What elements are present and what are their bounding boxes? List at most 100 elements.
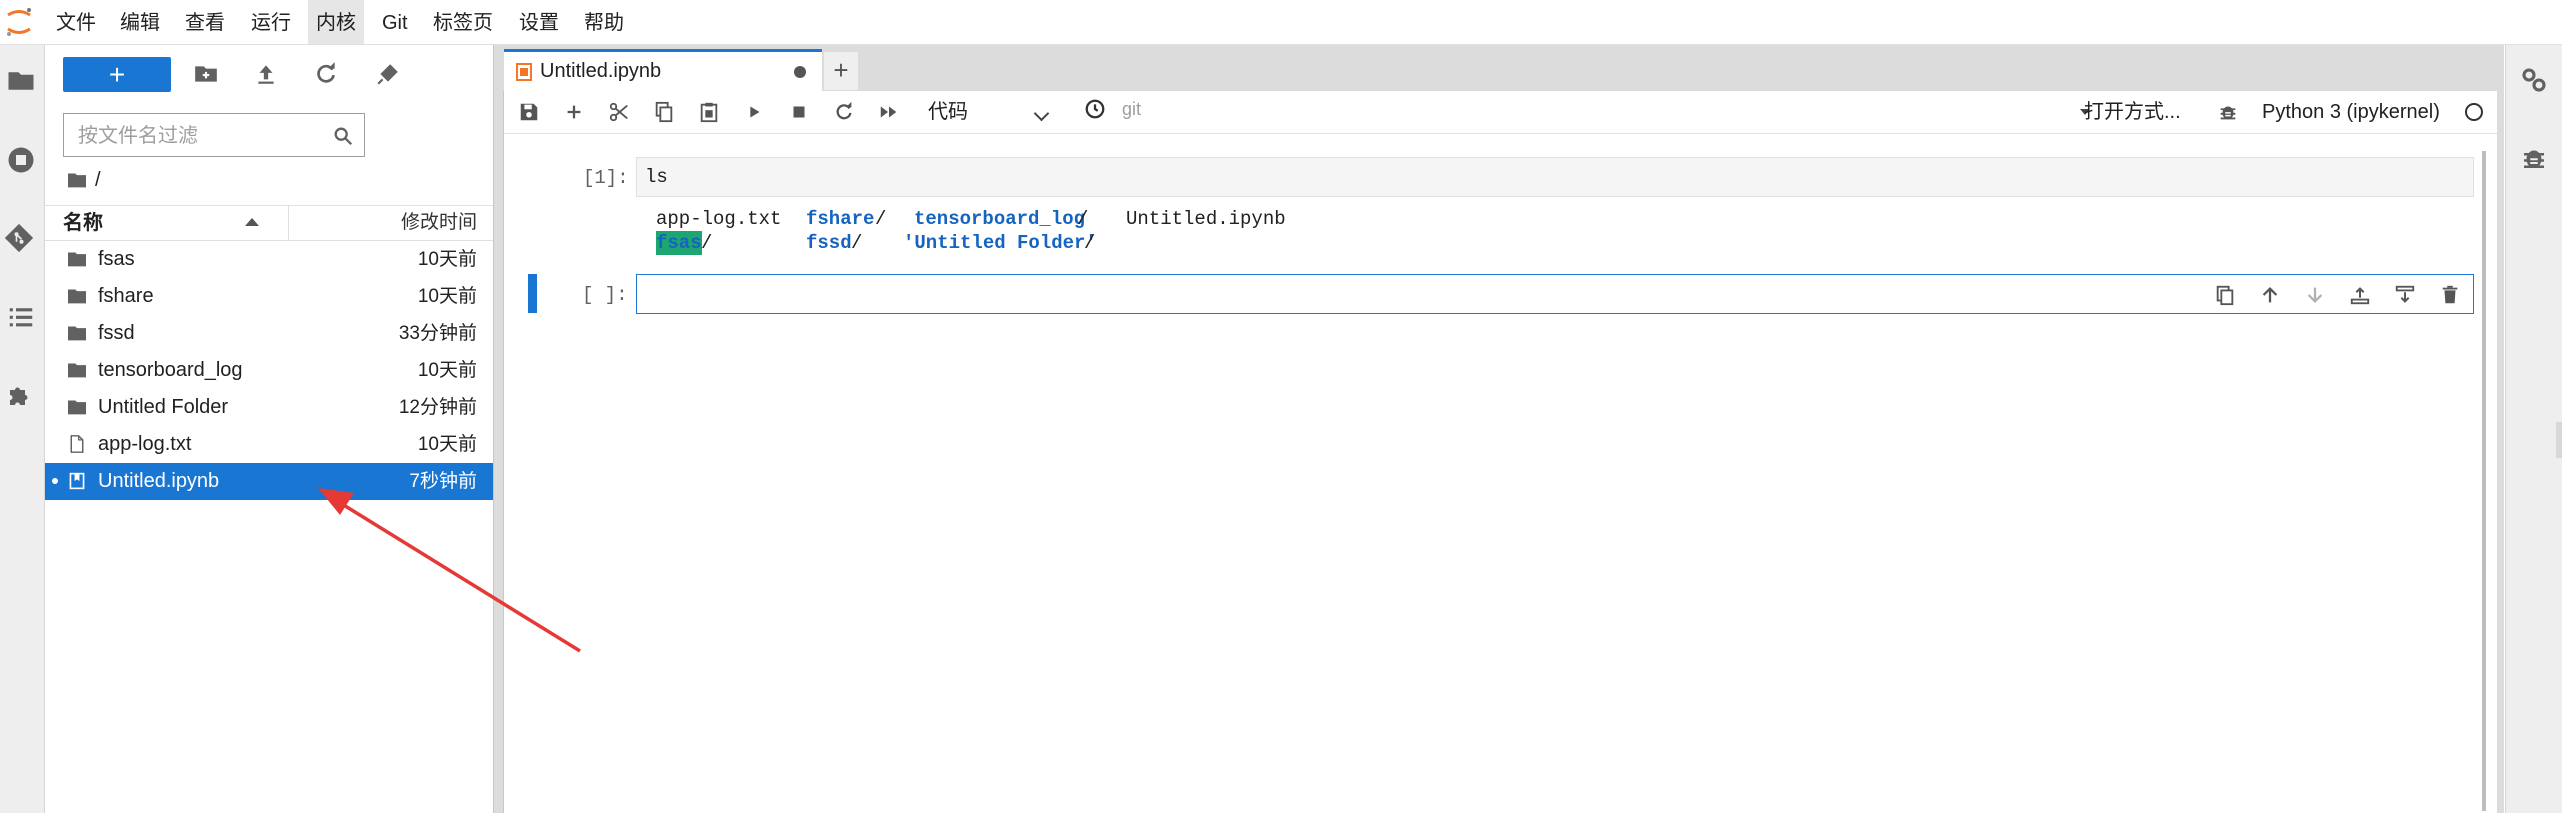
output-dir: tensorboard_log	[914, 208, 1086, 230]
debugger-icon[interactable]	[2217, 101, 2239, 123]
add-tab-button[interactable]: +	[824, 52, 858, 90]
file-row-selected[interactable]: Untitled.ipynb 7秒钟前	[45, 463, 493, 500]
notebook-icon	[69, 472, 85, 490]
left-activity-bar	[0, 45, 45, 813]
clock-icon[interactable]	[1084, 98, 1106, 120]
kernel-status-icon	[2465, 103, 2483, 121]
table-of-contents-icon[interactable]	[6, 302, 36, 332]
run-icon[interactable]	[743, 101, 765, 123]
output-text: /	[851, 232, 863, 254]
property-inspector-icon[interactable]	[2519, 65, 2549, 95]
notebook-tab[interactable]: Untitled.ipynb	[504, 49, 822, 91]
notebook-scrollbar[interactable]	[2482, 151, 2486, 811]
cell-type-select[interactable]: 代码	[928, 91, 968, 133]
column-header-modified[interactable]: 修改时间	[401, 206, 477, 240]
active-cell-indicator	[528, 274, 537, 313]
git-icon[interactable]	[4, 223, 34, 253]
restart-icon[interactable]	[833, 101, 855, 123]
sort-ascending-icon	[245, 218, 259, 226]
menu-help[interactable]: 帮助	[576, 0, 632, 44]
clear-filter-icon[interactable]	[375, 61, 401, 87]
file-row[interactable]: fssd 33分钟前	[45, 315, 493, 352]
folder-icon	[68, 252, 86, 267]
folder-icon[interactable]	[67, 171, 87, 189]
kernel-name[interactable]: Python 3 (ipykernel)	[2262, 91, 2440, 133]
output-dir: fssd	[806, 232, 852, 254]
menu-edit[interactable]: 编辑	[112, 0, 168, 44]
notebook-toolbar: 代码 git 打开方式... Python 3 (ipykernel)	[504, 91, 2497, 134]
file-name: Untitled Folder	[98, 396, 229, 418]
file-list-header: 名称 修改时间	[45, 205, 493, 241]
unsaved-indicator-icon[interactable]	[794, 66, 806, 78]
copy-icon[interactable]	[653, 101, 675, 123]
search-icon	[334, 127, 353, 146]
file-name: fssd	[98, 322, 135, 344]
column-header-name[interactable]: 名称	[63, 206, 103, 240]
output-dir: 'Untitled Folder'	[903, 232, 1097, 254]
tab-label: Untitled.ipynb	[540, 60, 662, 82]
folder-icon	[68, 363, 86, 378]
output-text: /	[1077, 208, 1089, 230]
cut-icon[interactable]	[608, 101, 630, 123]
new-launcher-button[interactable]: +	[63, 57, 171, 92]
debugger-icon[interactable]	[2519, 143, 2549, 173]
git-diff-label[interactable]: git	[1122, 91, 1141, 127]
insert-above-icon[interactable]	[2349, 284, 2371, 306]
chevron-down-icon[interactable]	[1033, 105, 1050, 122]
menu-file[interactable]: 文件	[48, 0, 104, 44]
new-folder-icon[interactable]	[193, 61, 219, 87]
output-dir-highlighted: fsas	[656, 231, 702, 255]
menu-bar: 文件 编辑 查看 运行 内核 Git 标签页 设置 帮助	[0, 0, 2562, 45]
file-name: fshare	[98, 285, 154, 307]
file-row[interactable]: tensorboard_log 10天前	[45, 352, 493, 389]
breadcrumb-root[interactable]: /	[95, 165, 101, 195]
extension-icon[interactable]	[5, 380, 35, 410]
output-text: Untitled.ipynb	[1126, 208, 1286, 230]
file-modified: 10天前	[417, 249, 477, 270]
stop-icon[interactable]	[788, 101, 810, 123]
file-name: app-log.txt	[98, 433, 192, 455]
menu-settings[interactable]: 设置	[511, 0, 567, 44]
move-down-icon[interactable]	[2304, 284, 2326, 306]
file-row[interactable]: Untitled Folder 12分钟前	[45, 389, 493, 426]
file-name: Untitled.ipynb	[98, 470, 220, 492]
file-row[interactable]: app-log.txt 10天前	[45, 426, 493, 463]
restart-run-all-icon[interactable]	[878, 101, 900, 123]
folder-icon	[68, 326, 86, 341]
file-row[interactable]: fshare 10天前	[45, 278, 493, 315]
menu-view[interactable]: 查看	[177, 0, 233, 44]
output-text: /	[1084, 232, 1096, 254]
folder-icon[interactable]	[6, 66, 36, 96]
refresh-icon[interactable]	[313, 61, 339, 87]
jupyter-logo-icon	[7, 8, 31, 36]
menu-tabs[interactable]: 标签页	[425, 0, 501, 44]
file-modified: 33分钟前	[398, 323, 477, 344]
duplicate-cell-icon[interactable]	[2214, 284, 2236, 306]
file-name: tensorboard_log	[98, 359, 243, 381]
move-up-icon[interactable]	[2259, 284, 2281, 306]
file-filter-input[interactable]	[76, 122, 320, 150]
open-with-button[interactable]: 打开方式...	[2084, 91, 2181, 133]
insert-below-icon[interactable]	[2394, 284, 2416, 306]
menu-kernel[interactable]: 内核	[308, 0, 364, 44]
paste-icon[interactable]	[698, 101, 720, 123]
code-cell-input[interactable]: ls	[636, 157, 2474, 197]
menu-run[interactable]: 运行	[243, 0, 299, 44]
file-name: fsas	[98, 248, 135, 270]
right-activity-bar	[2505, 45, 2562, 813]
file-modified: 7秒钟前	[409, 471, 477, 492]
window-scroll-handle[interactable]	[2556, 422, 2562, 458]
upload-icon[interactable]	[253, 61, 279, 87]
running-icon[interactable]	[6, 145, 36, 175]
filter-box	[63, 113, 365, 157]
code-cell-input-active[interactable]	[636, 274, 2474, 314]
folder-icon	[68, 289, 86, 304]
menu-git[interactable]: Git	[374, 0, 416, 44]
delete-cell-icon[interactable]	[2439, 284, 2461, 306]
file-row[interactable]: fsas 10天前	[45, 241, 493, 278]
save-icon[interactable]	[518, 101, 540, 123]
column-divider	[288, 206, 289, 240]
insert-cell-icon[interactable]	[563, 101, 585, 123]
output-text: /	[701, 232, 713, 254]
running-indicator	[52, 478, 58, 484]
